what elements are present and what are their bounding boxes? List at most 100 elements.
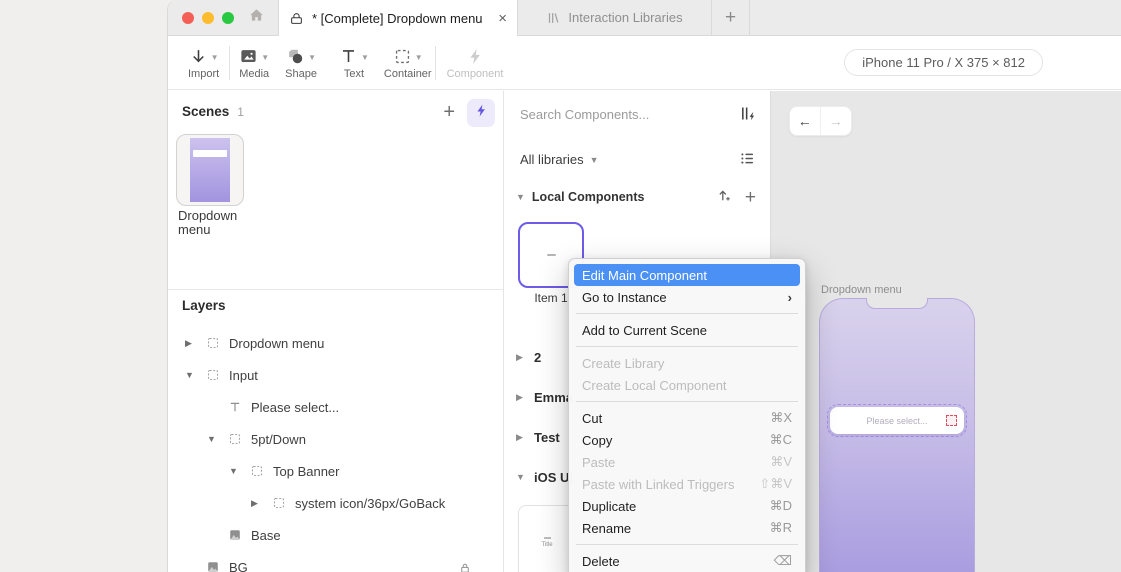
search-components-input[interactable]: Search Components...	[520, 107, 649, 122]
chevron-down-icon: ▼	[589, 154, 599, 165]
container-button[interactable]: ▼ Container	[384, 45, 432, 80]
text-icon-sm	[229, 401, 241, 413]
device-preset-button[interactable]: iPhone 11 Pro / X 375 × 812	[844, 49, 1043, 76]
container-icon-sm	[207, 369, 219, 381]
menu-item-create-library: Create Library	[574, 352, 800, 374]
libraries-filter-dropdown[interactable]: All libraries ▼	[520, 152, 599, 167]
menu-item-label: Create Local Component	[582, 377, 727, 393]
toolbar: ▼ Import ▼ Media ▼ Shape ▼ Text ▼ Container Compon…	[168, 36, 1121, 90]
add-scene-button[interactable]: +	[443, 102, 455, 122]
section-caret-icon: ▶	[516, 391, 523, 402]
menu-item-edit-main-component[interactable]: Edit Main Component	[574, 264, 800, 286]
dropdown-caret-icon[interactable]: ▼	[361, 53, 369, 62]
tab-inactive[interactable]: Interaction Libraries	[518, 0, 712, 35]
add-component-button[interactable]: +	[745, 188, 756, 207]
menu-item-delete[interactable]: Delete ⌫	[574, 550, 800, 572]
layer-row[interactable]: ▼ Input	[168, 359, 503, 391]
tree-caret-icon[interactable]: ▼	[229, 466, 251, 476]
scenes-count: 1	[237, 105, 244, 119]
tab-title: Interaction Libraries	[568, 10, 683, 25]
menu-item-label: Cut	[582, 410, 603, 426]
local-components-header[interactable]: ▼ Local Components	[516, 190, 644, 204]
layer-row[interactable]: Base	[168, 519, 503, 551]
forward-button[interactable]: →	[821, 107, 852, 135]
tool-label: Media	[239, 68, 270, 80]
close-tab-icon[interactable]: ×	[498, 10, 507, 27]
layer-row[interactable]: ▶ system icon/36px/GoBack	[168, 487, 503, 519]
close-window-button[interactable]	[182, 11, 194, 24]
titlebar: * [Complete] Dropdown menu × Interaction L…	[168, 0, 1121, 36]
image-icon-sm	[229, 529, 241, 541]
tree-caret-icon[interactable]: ▼	[185, 370, 207, 380]
tree-caret-icon[interactable]: ▶	[251, 498, 273, 509]
scene-thumbnail-preview	[190, 138, 230, 202]
interactions-toggle-button[interactable]	[467, 99, 495, 127]
media-button[interactable]: ▼ Media	[239, 45, 269, 80]
dropdown-caret-icon[interactable]: ▼	[308, 53, 316, 62]
menu-shortcut: ⌫	[773, 553, 792, 568]
submenu-arrow-icon: ›	[787, 289, 792, 305]
scene-name[interactable]: Dropdown menu	[178, 208, 254, 238]
menu-item-go-to-instance[interactable]: Go to Instance ›	[574, 286, 800, 308]
tree-caret-icon[interactable]: ▶	[185, 338, 207, 349]
container-icon-sm	[207, 337, 219, 349]
layer-row[interactable]: ▶ Dropdown menu	[168, 327, 503, 359]
tab-active[interactable]: * [Complete] Dropdown menu ×	[278, 0, 518, 36]
text-button[interactable]: ▼ Text	[339, 45, 369, 80]
layer-row[interactable]: Please select...	[168, 391, 503, 423]
list-view-toggle[interactable]	[739, 150, 756, 172]
image-icon-sm	[207, 561, 219, 572]
scenes-title: Scenes	[182, 104, 230, 119]
menu-item-cut[interactable]: Cut ⌘X	[574, 407, 800, 429]
layer-label: Base	[251, 527, 281, 543]
component-library-icon[interactable]	[739, 105, 756, 127]
import-button[interactable]: ▼ Import	[188, 45, 219, 80]
home-button[interactable]	[234, 0, 278, 35]
lock-icon[interactable]	[459, 561, 471, 572]
container-icon	[393, 47, 412, 66]
tool-label: Component	[446, 68, 504, 80]
minimize-window-button[interactable]	[202, 11, 214, 24]
menu-item-label: Delete	[582, 553, 620, 569]
dropdown-caret-icon[interactable]: ▼	[211, 53, 219, 62]
back-button[interactable]: ←	[790, 107, 821, 135]
section-label: 2	[534, 349, 542, 365]
history-nav: ← →	[789, 106, 852, 136]
zoom-window-button[interactable]	[222, 11, 234, 24]
tree-caret-icon[interactable]: ▼	[207, 434, 229, 444]
menu-item-add-to-current-scene[interactable]: Add to Current Scene	[574, 319, 800, 341]
layer-row[interactable]: BG	[168, 551, 503, 572]
menu-shortcut: ⌘V	[770, 454, 792, 469]
dropdown-caret-icon[interactable]: ▼	[415, 53, 423, 62]
shape-button[interactable]: ▼ Shape	[285, 45, 317, 80]
local-components-actions: +	[716, 187, 756, 208]
menu-item-copy[interactable]: Copy ⌘C	[574, 429, 800, 451]
new-tab-button[interactable]: +	[712, 0, 750, 35]
menu-separator	[576, 544, 798, 545]
artboard-phone[interactable]: Please select...	[819, 298, 975, 572]
text-icon	[339, 47, 358, 66]
menu-item-rename[interactable]: Rename ⌘R	[574, 517, 800, 539]
layers-tree: ▶ Dropdown menu ▼ Input Please select... ▼ 5pt…	[168, 327, 503, 572]
toolbar-separator	[434, 45, 436, 80]
artboard-label[interactable]: Dropdown menu	[821, 284, 902, 296]
menu-shortcut: ⇧⌘V	[759, 476, 792, 491]
scene-thumbnail[interactable]	[176, 134, 244, 206]
phone-notch	[866, 298, 928, 309]
tool-label: Shape	[285, 68, 317, 80]
container-icon-sm	[251, 465, 263, 477]
dropdown-caret-icon[interactable]: ▼	[261, 53, 269, 62]
layer-row[interactable]: ▼ Top Banner	[168, 455, 503, 487]
publish-component-icon[interactable]	[716, 187, 732, 208]
menu-item-label: Go to Instance	[582, 289, 667, 305]
dropdown-input-layer[interactable]: Please select...	[827, 404, 967, 437]
canvas[interactable]: ← → Dropdown menu Please select...	[770, 91, 1121, 572]
menu-item-label: Copy	[582, 432, 613, 448]
scenes-header: Scenes 1	[182, 104, 244, 119]
menu-item-duplicate[interactable]: Duplicate ⌘D	[574, 495, 800, 517]
context-menu: Edit Main Component Go to Instance › Add to…	[568, 258, 806, 572]
layer-row[interactable]: ▼ 5pt/Down	[168, 423, 503, 455]
local-components-title: Local Components	[531, 190, 645, 204]
section-caret-icon: ▶	[516, 351, 523, 362]
component-item-preview	[546, 254, 556, 256]
